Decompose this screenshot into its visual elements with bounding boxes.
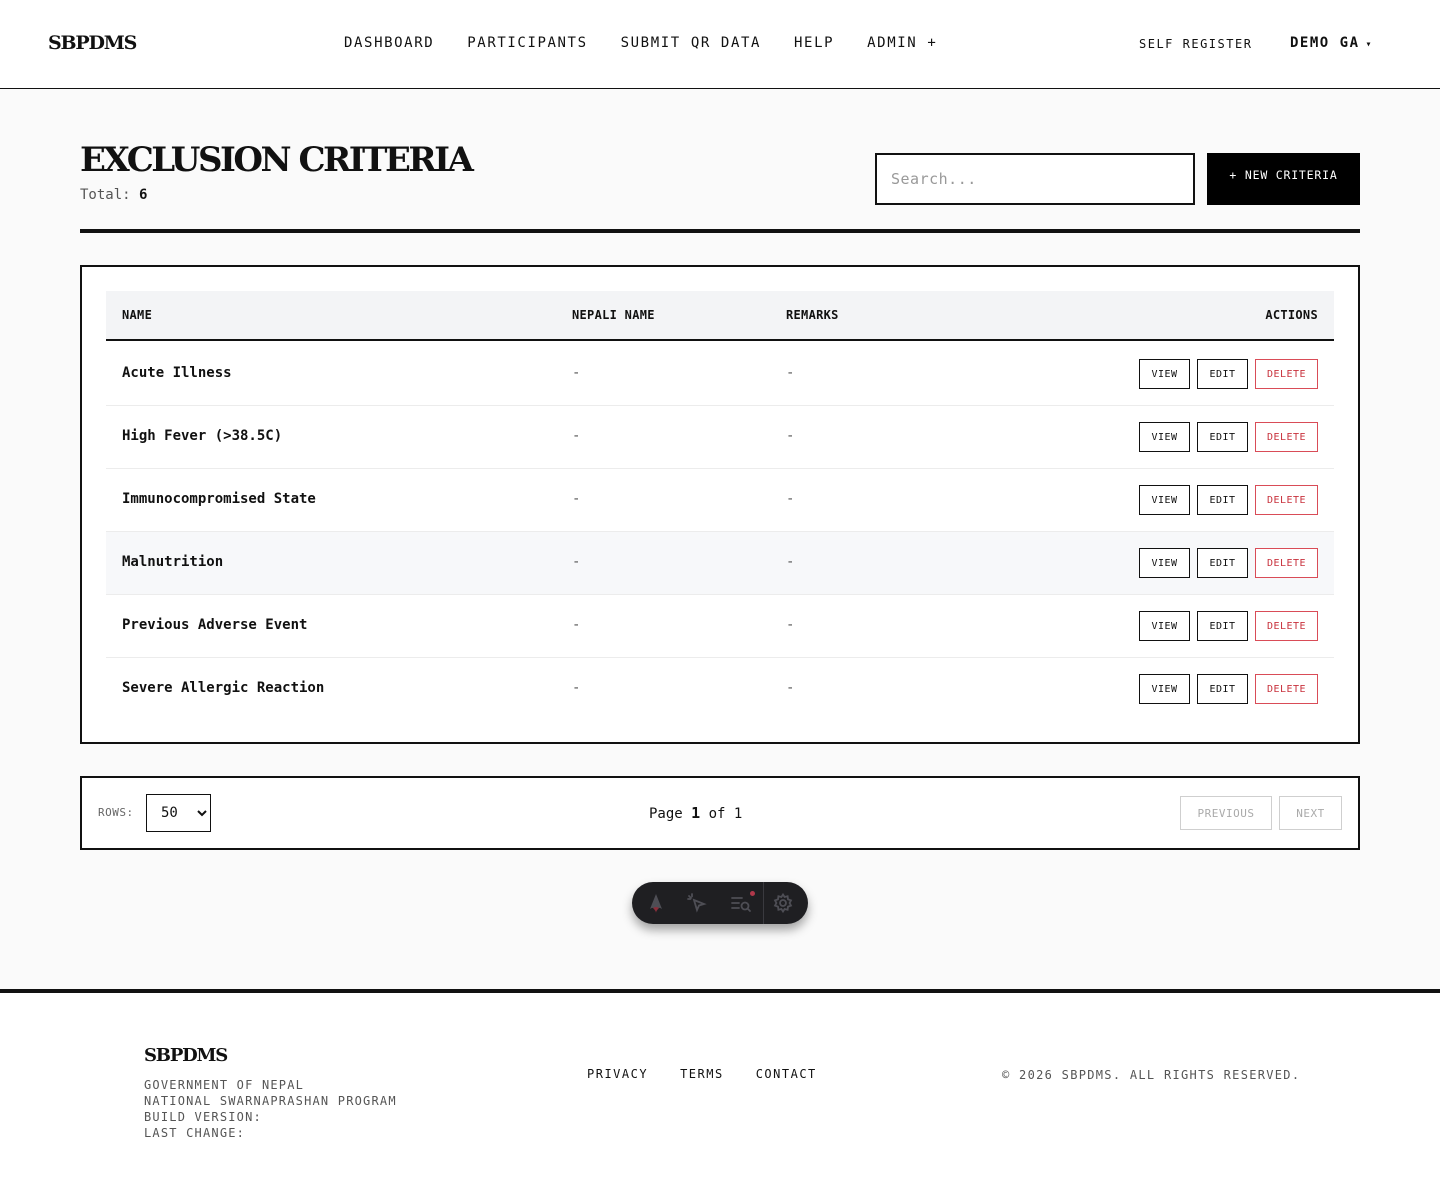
criteria-remarks: - <box>786 554 795 570</box>
view-button[interactable]: VIEW <box>1139 359 1190 389</box>
criteria-name: Malnutrition <box>122 554 224 570</box>
delete-button[interactable]: DELETE <box>1255 485 1318 515</box>
dev-toolbar <box>632 882 808 924</box>
table-row: Previous Adverse Event - - VIEW EDIT DEL… <box>106 595 1334 658</box>
criteria-remarks: - <box>786 617 795 633</box>
new-criteria-button[interactable]: + NEW CRITERIA <box>1207 153 1360 205</box>
criteria-nepali-name: - <box>572 680 581 696</box>
footer-links: PRIVACY TERMS CONTACT <box>587 1067 817 1081</box>
criteria-nepali-name: - <box>572 365 581 381</box>
site-footer: SBPDMS GOVERNMENT OF NEPAL NATIONAL SWAR… <box>0 993 1440 1189</box>
user-menu[interactable]: DEMO GA ▾ <box>1290 35 1373 51</box>
next-page-button[interactable]: NEXT <box>1279 796 1342 830</box>
criteria-remarks: - <box>786 365 795 381</box>
criteria-nepali-name: - <box>572 554 581 570</box>
edit-button[interactable]: EDIT <box>1197 485 1248 515</box>
total-count: Total: 6 <box>80 187 147 203</box>
column-header-remarks[interactable]: REMARKS <box>786 308 839 322</box>
criteria-table: NAME NEPALI NAME REMARKS ACTIONS Acute I… <box>80 265 1360 744</box>
edit-button[interactable]: EDIT <box>1197 674 1248 704</box>
criteria-name: Immunocompromised State <box>122 491 316 507</box>
page-word: Page <box>649 806 683 822</box>
delete-button[interactable]: DELETE <box>1255 422 1318 452</box>
astro-icon[interactable] <box>645 892 667 914</box>
caret-down-icon: ▾ <box>1365 39 1374 50</box>
view-button[interactable]: VIEW <box>1139 548 1190 578</box>
nav-dashboard[interactable]: DASHBOARD <box>344 35 434 51</box>
edit-button[interactable]: EDIT <box>1197 611 1248 641</box>
search-input[interactable] <box>875 153 1195 205</box>
criteria-remarks: - <box>786 428 795 444</box>
total-value: 6 <box>139 187 148 203</box>
previous-page-button[interactable]: PREVIOUS <box>1180 796 1272 830</box>
total-label: Total: <box>80 187 131 203</box>
criteria-name: Severe Allergic Reaction <box>122 680 325 696</box>
criteria-name: Previous Adverse Event <box>122 617 308 633</box>
criteria-nepali-name: - <box>572 491 581 507</box>
gear-icon[interactable] <box>772 892 794 914</box>
view-button[interactable]: VIEW <box>1139 485 1190 515</box>
edit-button[interactable]: EDIT <box>1197 548 1248 578</box>
footer-line: BUILD VERSION: <box>144 1110 262 1124</box>
column-header-name[interactable]: NAME <box>122 308 152 322</box>
table-row: Immunocompromised State - - VIEW EDIT DE… <box>106 469 1334 532</box>
criteria-nepali-name: - <box>572 617 581 633</box>
header-divider <box>80 229 1360 233</box>
brand-logo[interactable]: SBPDMS <box>48 32 137 54</box>
nav-admin-menu[interactable]: ADMIN + <box>867 35 937 51</box>
audit-search-icon[interactable] <box>730 892 752 914</box>
footer-link-privacy[interactable]: PRIVACY <box>587 1067 648 1081</box>
nav-help[interactable]: HELP <box>794 35 834 51</box>
toolbar-separator <box>763 882 764 924</box>
table-header: NAME NEPALI NAME REMARKS ACTIONS <box>106 291 1334 341</box>
footer-line: NATIONAL SWARNAPRASHAN PROGRAM <box>144 1094 397 1108</box>
footer-info: GOVERNMENT OF NEPAL NATIONAL SWARNAPRASH… <box>144 1077 397 1141</box>
main-nav: DASHBOARD PARTICIPANTS SUBMIT QR DATA HE… <box>344 35 937 51</box>
view-button[interactable]: VIEW <box>1139 674 1190 704</box>
edit-button[interactable]: EDIT <box>1197 422 1248 452</box>
notification-dot <box>750 891 755 896</box>
column-header-actions: ACTIONS <box>1265 308 1318 322</box>
pagination-bar: ROWS: 50 Page 1 of 1 PREVIOUS NEXT <box>80 776 1360 850</box>
criteria-name: High Fever (>38.5C) <box>122 428 283 444</box>
page-title: EXCLUSION CRITERIA <box>80 140 474 180</box>
footer-link-contact[interactable]: CONTACT <box>756 1067 817 1081</box>
inspect-cursor-icon[interactable] <box>686 892 708 914</box>
total-pages: 1 <box>733 806 743 822</box>
top-navbar: SBPDMS DASHBOARD PARTICIPANTS SUBMIT QR … <box>0 0 1440 89</box>
table-row: Acute Illness - - VIEW EDIT DELETE <box>106 343 1334 406</box>
current-page: 1 <box>691 804 701 822</box>
column-header-nepali-name[interactable]: NEPALI NAME <box>572 308 655 322</box>
table-row-hovered: Malnutrition - - VIEW EDIT DELETE <box>106 532 1334 595</box>
table-row: Severe Allergic Reaction - - VIEW EDIT D… <box>106 658 1334 721</box>
criteria-name: Acute Illness <box>122 365 232 381</box>
nav-submit-qr-data[interactable]: SUBMIT QR DATA <box>621 35 761 51</box>
of-word: of <box>708 806 726 822</box>
footer-line: GOVERNMENT OF NEPAL <box>144 1078 305 1092</box>
self-register-link[interactable]: SELF REGISTER <box>1139 37 1252 51</box>
rows-per-page-select[interactable]: 50 <box>146 794 211 832</box>
table-row: High Fever (>38.5C) - - VIEW EDIT DELETE <box>106 406 1334 469</box>
footer-logo: SBPDMS <box>144 1045 228 1066</box>
view-button[interactable]: VIEW <box>1139 611 1190 641</box>
rows-label: ROWS: <box>98 806 134 819</box>
delete-button[interactable]: DELETE <box>1255 674 1318 704</box>
footer-link-terms[interactable]: TERMS <box>680 1067 724 1081</box>
copyright-text: © 2026 SBPDMS. ALL RIGHTS RESERVED. <box>1002 1068 1301 1082</box>
user-name: DEMO GA <box>1290 35 1360 51</box>
delete-button[interactable]: DELETE <box>1255 611 1318 641</box>
footer-line: LAST CHANGE: <box>144 1126 246 1140</box>
edit-button[interactable]: EDIT <box>1197 359 1248 389</box>
delete-button[interactable]: DELETE <box>1255 548 1318 578</box>
criteria-remarks: - <box>786 491 795 507</box>
view-button[interactable]: VIEW <box>1139 422 1190 452</box>
delete-button[interactable]: DELETE <box>1255 359 1318 389</box>
nav-participants[interactable]: PARTICIPANTS <box>467 35 587 51</box>
criteria-remarks: - <box>786 680 795 696</box>
criteria-nepali-name: - <box>572 428 581 444</box>
page-indicator: Page 1 of 1 <box>649 804 742 822</box>
